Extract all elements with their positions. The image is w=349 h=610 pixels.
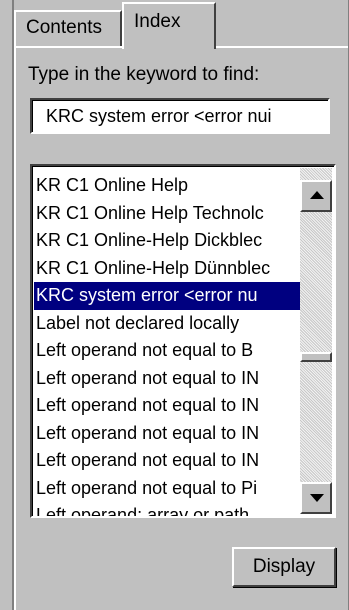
display-button[interactable]: Display [232, 547, 336, 587]
tab-bar: Contents Index [0, 0, 349, 52]
list-item[interactable]: Label not declared locally [34, 310, 304, 338]
list-item[interactable]: Left operand not equal to IN [34, 392, 304, 420]
scroll-down-button[interactable] [300, 482, 332, 514]
vertical-scrollbar[interactable] [300, 168, 332, 514]
tab-contents[interactable]: Contents [14, 10, 122, 46]
list-item[interactable]: Left operand not equal to IN [34, 420, 304, 448]
tab-index-label: Index [134, 11, 181, 32]
list-item[interactable]: KR C1 Online-Help Dickblec [34, 227, 304, 255]
tab-index[interactable]: Index [122, 2, 216, 52]
list-item[interactable]: KR C1 Online Help Technolc [34, 200, 304, 228]
list-item[interactable]: Left operand not equal to Pi [34, 475, 304, 503]
arrow-up-icon [310, 191, 324, 199]
scroll-thumb[interactable] [300, 352, 332, 362]
list-item[interactable]: Left operand not equal to IN [34, 447, 304, 475]
keyword-input[interactable]: KRC system error <error nui [30, 98, 330, 134]
arrow-down-icon [310, 494, 324, 502]
index-items: KR C1 Online Help KR C1 Online Help Tech… [34, 172, 304, 516]
tab-contents-label: Contents [26, 17, 103, 38]
scroll-up-button[interactable] [300, 180, 332, 212]
list-item[interactable]: Left operand: array or path [34, 502, 304, 516]
keyword-prompt: Type in the keyword to find: [28, 64, 260, 85]
list-item[interactable]: Left operand not equal to B [34, 337, 304, 365]
index-listbox[interactable]: KR C1 Online Help KR C1 Online Help Tech… [30, 164, 336, 518]
list-item[interactable]: Left operand not equal to IN [34, 365, 304, 393]
list-item-selected[interactable]: KRC system error <error nu [34, 282, 304, 310]
list-item[interactable]: KR C1 Online Help [34, 172, 304, 200]
list-item[interactable]: KR C1 Online-Help Dünnblec [34, 255, 304, 283]
window-left-edge [0, 0, 14, 610]
